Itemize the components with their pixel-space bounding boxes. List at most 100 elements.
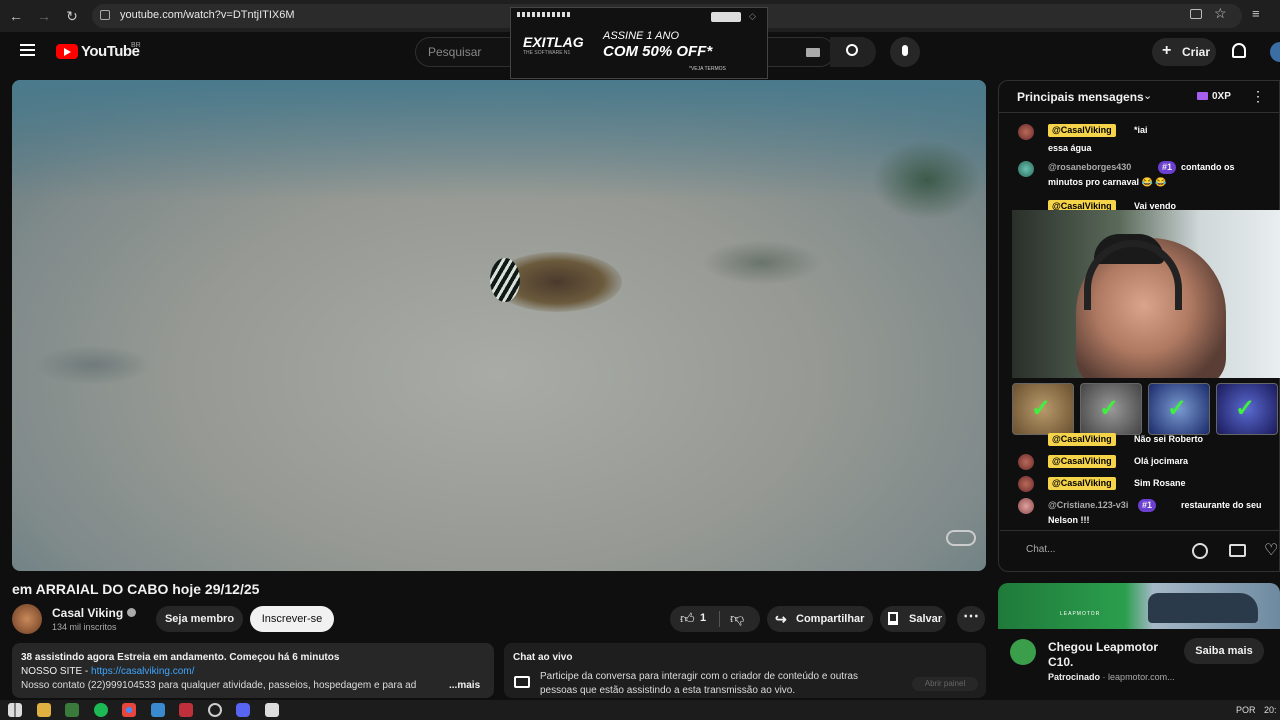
chat-icon xyxy=(514,676,530,688)
reading-list-icon[interactable]: ≡ xyxy=(1252,6,1260,21)
spotify-icon[interactable] xyxy=(94,703,108,717)
app-icon[interactable] xyxy=(65,703,79,717)
heart-icon[interactable]: ♡ xyxy=(1264,540,1278,560)
video-title: em ARRAIAL DO CABO hoje 29/12/25 xyxy=(12,581,260,597)
back-icon[interactable]: ← xyxy=(6,6,26,26)
check-icon: ✓ xyxy=(1167,395,1188,422)
message-text: restaurante do seu xyxy=(1181,500,1262,510)
chat-input[interactable]: Chat... xyxy=(1012,537,1187,563)
message-text: minutos pro carnaval 😂 😂 xyxy=(1048,177,1167,187)
search-button[interactable] xyxy=(830,37,876,67)
emoji-icon[interactable] xyxy=(1192,543,1208,559)
app-icon[interactable] xyxy=(179,703,193,717)
language-indicator[interactable]: POR xyxy=(1236,705,1256,715)
search-placeholder: Pesquisar xyxy=(428,45,482,59)
plus-icon: + xyxy=(1162,42,1172,59)
chevron-down-icon[interactable]: ⌄ xyxy=(1143,89,1152,102)
app-icon[interactable] xyxy=(265,703,279,717)
install-app-icon[interactable] xyxy=(1190,9,1202,19)
reload-icon[interactable]: ↻ xyxy=(62,6,82,26)
author-badge[interactable]: @CasalViking xyxy=(1048,433,1116,446)
points-badge[interactable]: 0XP xyxy=(1212,91,1231,102)
description-box[interactable]: 38 assistindo agora Estreia em andamento… xyxy=(12,643,494,698)
join-button[interactable]: Seja membro xyxy=(156,606,243,632)
save-button[interactable]: Salvar xyxy=(880,606,946,632)
chat-menu-icon[interactable]: ⋮ xyxy=(1251,88,1265,105)
sponsored-card[interactable]: LEAPMOTOR Chegou Leapmotor C10. Patrocin… xyxy=(998,583,1280,694)
open-panel-button[interactable]: Abrir painel xyxy=(912,677,978,691)
ad-banner[interactable]: ◇ EXITLAG THE SOFTWARE N1 ASSINE 1 ANO C… xyxy=(510,7,768,79)
author-name[interactable]: @Cristiane.123-v3i xyxy=(1048,500,1128,510)
clock[interactable]: 20: xyxy=(1264,705,1277,715)
like-count: 1 xyxy=(700,612,707,624)
dislike-icon[interactable]: 👎︎ xyxy=(730,610,744,627)
site-info-icon[interactable] xyxy=(100,10,110,20)
share-button[interactable]: ↪ Compartilhar xyxy=(767,606,873,632)
share-icon: ↪ xyxy=(775,611,787,627)
keyboard-icon[interactable] xyxy=(806,48,820,57)
super-chat-icon[interactable] xyxy=(1229,544,1246,557)
create-button[interactable]: + Criar xyxy=(1152,38,1216,66)
start-icon[interactable] xyxy=(8,703,22,717)
bookmark-star-icon[interactable]: ☆ xyxy=(1214,5,1227,22)
check-icon: ✓ xyxy=(1031,395,1052,422)
save-label: Salvar xyxy=(909,613,943,625)
avatar xyxy=(1018,498,1034,514)
seaweed xyxy=(872,140,982,220)
author-badge[interactable]: @CasalViking xyxy=(1048,124,1116,137)
voice-search-button[interactable] xyxy=(890,37,920,67)
learn-more-button[interactable]: Saiba mais xyxy=(1184,638,1264,664)
avatar xyxy=(1018,454,1034,470)
live-chat-text-1: Participe da conversa para interagir com… xyxy=(540,671,858,682)
mic-icon xyxy=(902,45,908,56)
message-text: Nelson !!! xyxy=(1048,515,1090,525)
brand-logo-text: LEAPMOTOR xyxy=(1060,611,1101,617)
bookmark-icon xyxy=(888,612,898,625)
forward-icon[interactable]: → xyxy=(34,6,54,26)
live-chat-promo: Chat ao vivo Participe da conversa para … xyxy=(504,643,986,698)
menu-icon[interactable] xyxy=(20,44,35,56)
avatar xyxy=(1018,476,1034,492)
check-icon: ✓ xyxy=(1099,395,1120,422)
ad-badge xyxy=(711,12,741,22)
message-text: *iai xyxy=(1134,125,1148,135)
watermark-logo xyxy=(946,530,976,546)
obs-icon[interactable] xyxy=(208,703,222,717)
divider xyxy=(719,611,720,627)
author-badge[interactable]: @CasalViking xyxy=(1048,455,1116,468)
ad-brand: EXITLAG xyxy=(523,34,584,50)
discord-icon[interactable] xyxy=(236,703,250,717)
ad-close-icon[interactable]: ◇ xyxy=(749,11,756,22)
description-link[interactable]: https://casalviking.com/ xyxy=(91,666,194,677)
reward-tile: ✓ xyxy=(1012,383,1074,435)
notifications-icon[interactable] xyxy=(1232,43,1246,58)
youtube-logo-icon[interactable] xyxy=(56,44,78,59)
message-text: Sim Rosane xyxy=(1134,478,1186,488)
chrome-icon[interactable] xyxy=(122,703,136,717)
subscribe-button[interactable]: Inscrever-se xyxy=(250,606,334,632)
rank-badge: #1 xyxy=(1138,499,1157,512)
description-line: NOSSO SITE - https://casalviking.com/ xyxy=(21,666,194,677)
file-explorer-icon[interactable] xyxy=(37,703,51,717)
search-icon xyxy=(846,44,858,56)
video-player[interactable] xyxy=(12,80,986,571)
reward-tile: ✓ xyxy=(1148,383,1210,435)
ad-tagline: THE SOFTWARE N1 xyxy=(523,50,571,56)
message-text: Não sei Roberto xyxy=(1134,434,1204,444)
channel-avatar[interactable] xyxy=(12,604,42,634)
author-badge[interactable]: @CasalViking xyxy=(1048,477,1116,490)
chat-mode-selector[interactable]: Principais mensagens xyxy=(1017,90,1144,104)
ad-decoration xyxy=(517,12,571,17)
url-text[interactable]: youtube.com/watch?v=DTntjITIX6M xyxy=(120,9,295,21)
rock xyxy=(32,345,152,385)
app-icon[interactable] xyxy=(151,703,165,717)
author-name[interactable]: @rosaneborges430 xyxy=(1048,162,1131,172)
create-label: Criar xyxy=(1182,45,1211,59)
live-chat-text-2: pessoas que estão assistindo a esta tran… xyxy=(540,685,796,696)
like-icon[interactable]: 👍︎ xyxy=(680,610,695,627)
region-code: BR xyxy=(131,42,141,49)
channel-name[interactable]: Casal Viking xyxy=(52,606,123,620)
more-actions-icon[interactable]: ⋯ xyxy=(957,606,985,632)
ad-footnote: *VEJA TERMOS xyxy=(689,66,726,72)
description-more[interactable]: ...mais xyxy=(449,680,480,691)
